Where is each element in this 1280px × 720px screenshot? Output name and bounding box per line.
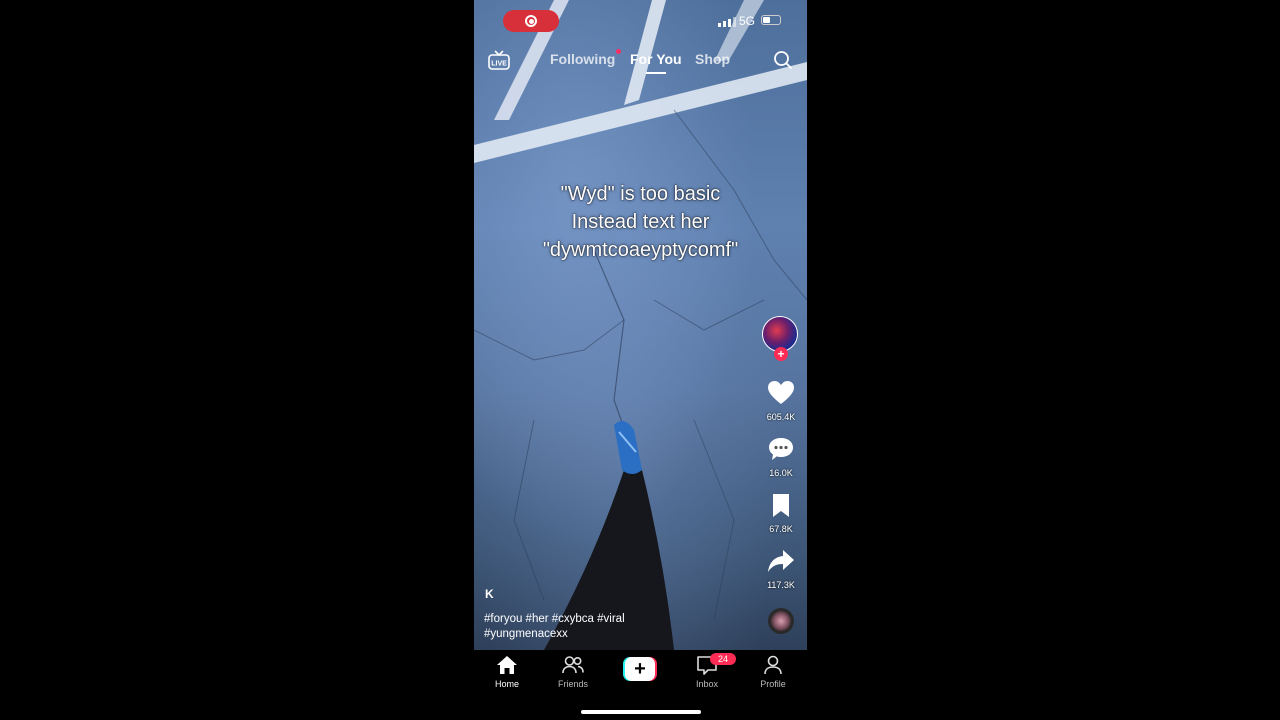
video-caption-overlay: "Wyd" is too basic Instead text her "dyw… bbox=[474, 180, 807, 264]
nav-home[interactable]: Home bbox=[482, 655, 532, 689]
caption-line: Instead text her bbox=[571, 211, 710, 233]
heart-icon bbox=[768, 381, 794, 404]
live-icon: LIVE bbox=[488, 50, 510, 70]
home-indicator[interactable] bbox=[581, 710, 701, 714]
nav-inbox-label: Inbox bbox=[695, 679, 719, 689]
live-label: LIVE bbox=[491, 61, 507, 68]
battery-icon bbox=[761, 15, 781, 25]
save-count: 67.8K bbox=[769, 524, 793, 534]
nav-friends-label: Friends bbox=[557, 679, 588, 689]
hashtags-line: #yungmenacexx bbox=[484, 628, 568, 640]
network-type: 5G bbox=[739, 14, 756, 28]
inbox-badge: 24 bbox=[710, 653, 736, 665]
profile-icon bbox=[764, 655, 782, 675]
follow-plus-button[interactable]: + bbox=[774, 347, 788, 361]
plus-icon: + bbox=[625, 657, 655, 681]
caption-line: "Wyd" is too basic bbox=[560, 183, 721, 205]
parking-lot-lines bbox=[474, 0, 807, 650]
nav-profile[interactable]: Profile bbox=[748, 655, 798, 689]
create-post-button[interactable]: + bbox=[623, 657, 657, 681]
tab-following[interactable]: Following bbox=[550, 51, 615, 67]
like-count: 605.4K bbox=[766, 412, 796, 422]
video-description[interactable]: #foryou #her #cxybca #viral #yungmenacex… bbox=[484, 612, 684, 642]
caption-line: "dywmtcoaeyptycomf" bbox=[542, 239, 739, 261]
comment-count: 16.0K bbox=[769, 468, 793, 478]
share-count: 117.3K bbox=[767, 580, 795, 590]
creator-username[interactable]: K bbox=[485, 587, 494, 601]
like-button[interactable]: 605.4K bbox=[759, 380, 803, 422]
save-button[interactable]: 67.8K bbox=[759, 492, 803, 534]
share-arrow-icon bbox=[768, 550, 794, 572]
search-icon bbox=[774, 51, 793, 70]
nav-home-label: Home bbox=[494, 679, 519, 689]
nav-profile-label: Profile bbox=[760, 679, 786, 689]
comment-icon bbox=[769, 438, 793, 460]
tab-shop[interactable]: Shop bbox=[695, 51, 730, 67]
home-icon bbox=[497, 656, 517, 674]
following-new-dot bbox=[616, 49, 621, 54]
bookmark-icon bbox=[773, 494, 789, 517]
share-button[interactable]: 117.3K bbox=[759, 548, 803, 590]
live-button[interactable]: LIVE bbox=[488, 50, 510, 70]
status-bar: 5G bbox=[474, 6, 807, 34]
record-icon bbox=[525, 15, 537, 27]
screen-record-indicator[interactable] bbox=[503, 10, 559, 32]
cellular-signal-icon bbox=[718, 16, 736, 27]
tab-for-you[interactable]: For You bbox=[630, 51, 682, 67]
active-tab-indicator bbox=[646, 72, 666, 74]
comment-button[interactable]: 16.0K bbox=[759, 436, 803, 478]
phone-screen: 5G LIVE Following For You Shop "Wyd" is … bbox=[474, 0, 807, 720]
nav-friends[interactable]: Friends bbox=[548, 655, 598, 689]
search-button[interactable] bbox=[773, 50, 793, 75]
top-navigation: LIVE Following For You Shop bbox=[474, 44, 807, 76]
friends-icon bbox=[562, 656, 584, 674]
hashtags-line: #foryou #her #cxybca #viral bbox=[484, 613, 625, 625]
music-disc-icon[interactable] bbox=[768, 608, 794, 634]
